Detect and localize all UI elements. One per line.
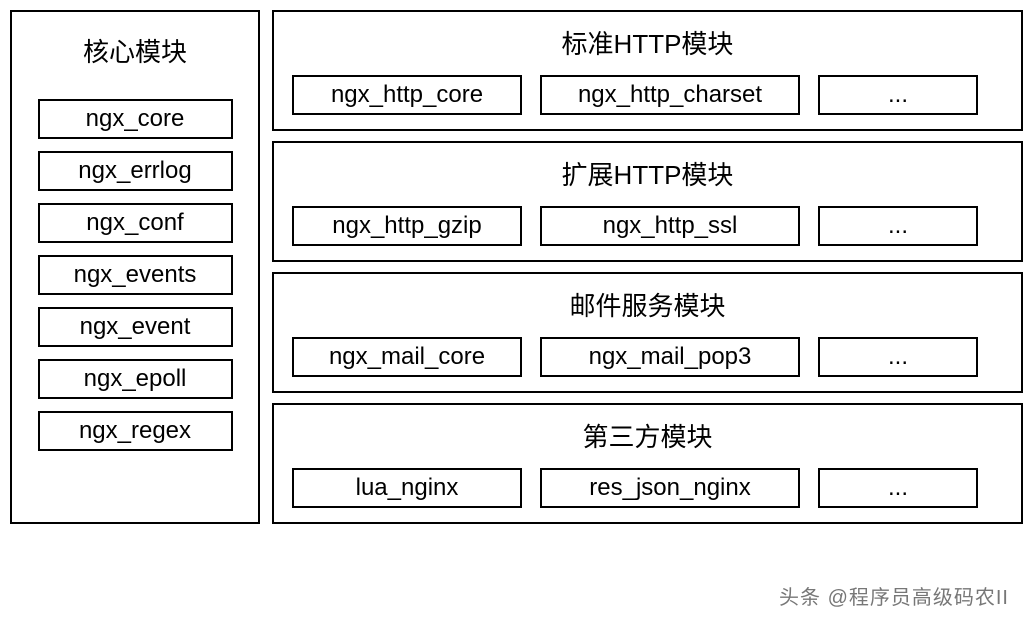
- watermark-text: 头条 @程序员高级码农II: [779, 581, 1009, 610]
- mail-service-modules-group: 邮件服务模块 ngx_mail_core ngx_mail_pop3 ...: [272, 272, 1023, 393]
- module-item: ngx_http_core: [292, 75, 522, 115]
- group-title: 扩展HTTP模块: [292, 155, 1003, 192]
- module-item: ngx_http_charset: [540, 75, 800, 115]
- module-item: ngx_mail_pop3: [540, 337, 800, 377]
- module-item-ellipsis: ...: [818, 337, 978, 377]
- module-item: ngx_http_gzip: [292, 206, 522, 246]
- group-items-row: ngx_mail_core ngx_mail_pop3 ...: [292, 337, 1003, 377]
- module-item: res_json_nginx: [540, 468, 800, 508]
- right-panels-column: 标准HTTP模块 ngx_http_core ngx_http_charset …: [272, 10, 1023, 524]
- extended-http-modules-group: 扩展HTTP模块 ngx_http_gzip ngx_http_ssl ...: [272, 141, 1023, 262]
- third-party-modules-group: 第三方模块 lua_nginx res_json_nginx ...: [272, 403, 1023, 524]
- module-item: ngx_core: [38, 99, 233, 139]
- module-item-ellipsis: ...: [818, 75, 978, 115]
- group-title: 邮件服务模块: [292, 286, 1003, 323]
- module-item: ngx_epoll: [38, 359, 233, 399]
- standard-http-modules-group: 标准HTTP模块 ngx_http_core ngx_http_charset …: [272, 10, 1023, 131]
- diagram-container: 核心模块 ngx_core ngx_errlog ngx_conf ngx_ev…: [10, 10, 1023, 524]
- group-items-row: ngx_http_core ngx_http_charset ...: [292, 75, 1003, 115]
- group-items-row: ngx_http_gzip ngx_http_ssl ...: [292, 206, 1003, 246]
- module-item: ngx_conf: [38, 203, 233, 243]
- module-item: ngx_mail_core: [292, 337, 522, 377]
- module-item: lua_nginx: [292, 468, 522, 508]
- group-title: 标准HTTP模块: [292, 24, 1003, 61]
- core-modules-panel: 核心模块 ngx_core ngx_errlog ngx_conf ngx_ev…: [10, 10, 260, 524]
- group-items-row: lua_nginx res_json_nginx ...: [292, 468, 1003, 508]
- module-item: ngx_event: [38, 307, 233, 347]
- module-item: ngx_regex: [38, 411, 233, 451]
- module-item-ellipsis: ...: [818, 468, 978, 508]
- core-modules-title: 核心模块: [83, 32, 187, 69]
- module-item: ngx_errlog: [38, 151, 233, 191]
- module-item: ngx_http_ssl: [540, 206, 800, 246]
- group-title: 第三方模块: [292, 417, 1003, 454]
- module-item: ngx_events: [38, 255, 233, 295]
- module-item-ellipsis: ...: [818, 206, 978, 246]
